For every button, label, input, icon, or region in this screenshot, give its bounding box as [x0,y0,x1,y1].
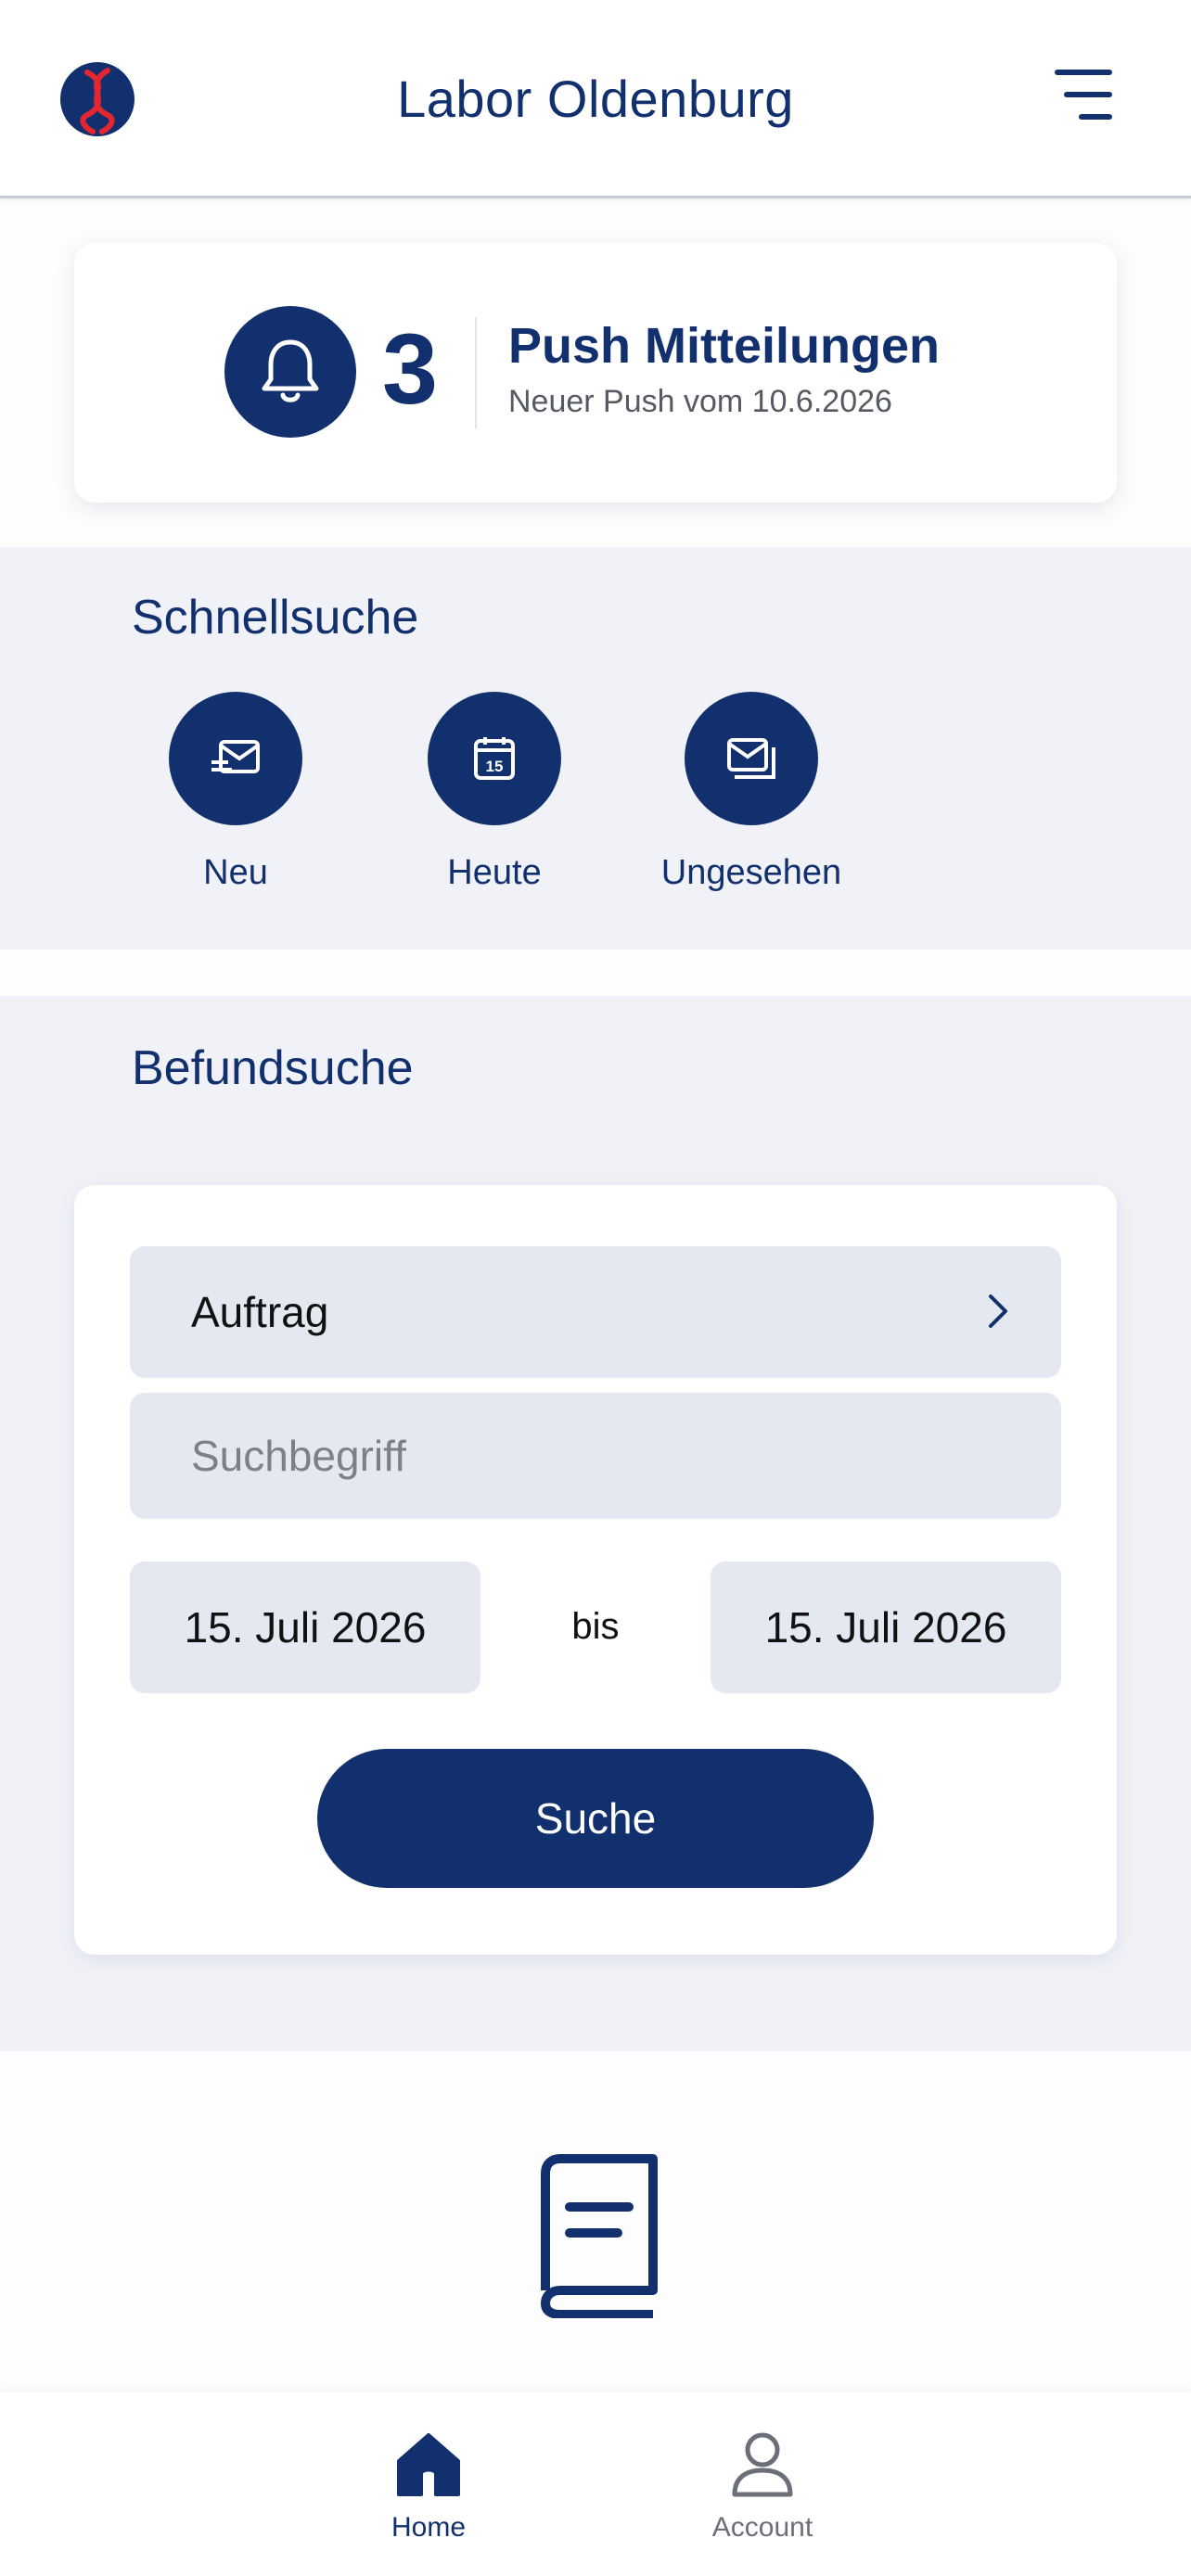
nav-home-label: Home [391,2512,467,2543]
bell-icon [262,339,319,402]
quick-item-label: Ungesehen [660,853,842,892]
nav-account[interactable]: Account [670,2429,855,2544]
report-search-title: Befundsuche [132,1041,414,1095]
chevron-right-icon [989,1294,1007,1328]
quick-search-section: Schnellsuche Neu 15 Heute Ungesehen [0,547,1191,950]
search-button[interactable]: Suche [317,1749,874,1888]
bell-button[interactable] [224,306,356,438]
push-count: 3 [382,312,439,425]
quick-item-new[interactable]: Neu [134,692,338,893]
quick-search-title: Schnellsuche [132,591,419,644]
quick-item-label: Neu [203,853,268,892]
date-separator: bis [571,1606,620,1647]
svg-text:15: 15 [486,758,504,775]
home-icon [397,2433,460,2496]
order-select[interactable]: Auftrag [130,1246,1061,1378]
calendar-icon: 15 [474,737,515,780]
app-title: Labor Oldenburg [397,70,794,128]
search-card: Auftrag 15. Juli 2026 bis 15. Juli 2026 … [74,1185,1117,1955]
date-to-field[interactable]: 15. Juli 2026 [711,1562,1061,1693]
unseen-mail-icon [727,738,775,779]
date-from-field[interactable]: 15. Juli 2026 [130,1562,480,1693]
unseen-button[interactable] [685,692,818,825]
push-divider [475,317,477,428]
quick-item-label: Heute [447,853,542,892]
book-icon[interactable] [527,2151,666,2318]
today-button[interactable]: 15 [428,692,561,825]
menu-icon[interactable] [1054,67,1113,122]
date-from-value: 15. Juli 2026 [184,1603,427,1651]
new-mail-icon [211,740,260,773]
bottom-nav: Home Account [0,2392,1191,2576]
nav-account-label: Account [711,2512,813,2543]
account-icon [732,2432,793,2497]
quick-item-unseen[interactable]: Ungesehen [649,692,853,893]
push-subtitle: Neuer Push vom 10.6.2026 [508,384,892,419]
app-header: Labor Oldenburg [0,0,1191,198]
quick-item-today[interactable]: 15 Heute [392,692,596,893]
report-search-section: Befundsuche Auftrag 15. Juli 2026 bis 15… [0,996,1191,2051]
order-select-value: Auftrag [191,1288,329,1336]
push-notifications-card[interactable]: 3 Push Mitteilungen Neuer Push vom 10.6.… [74,243,1117,503]
new-button[interactable] [169,692,302,825]
search-input[interactable] [130,1393,1061,1519]
date-to-value: 15. Juli 2026 [764,1603,1007,1651]
nav-home[interactable]: Home [336,2429,521,2544]
push-title: Push Mitteilungen [508,318,940,374]
